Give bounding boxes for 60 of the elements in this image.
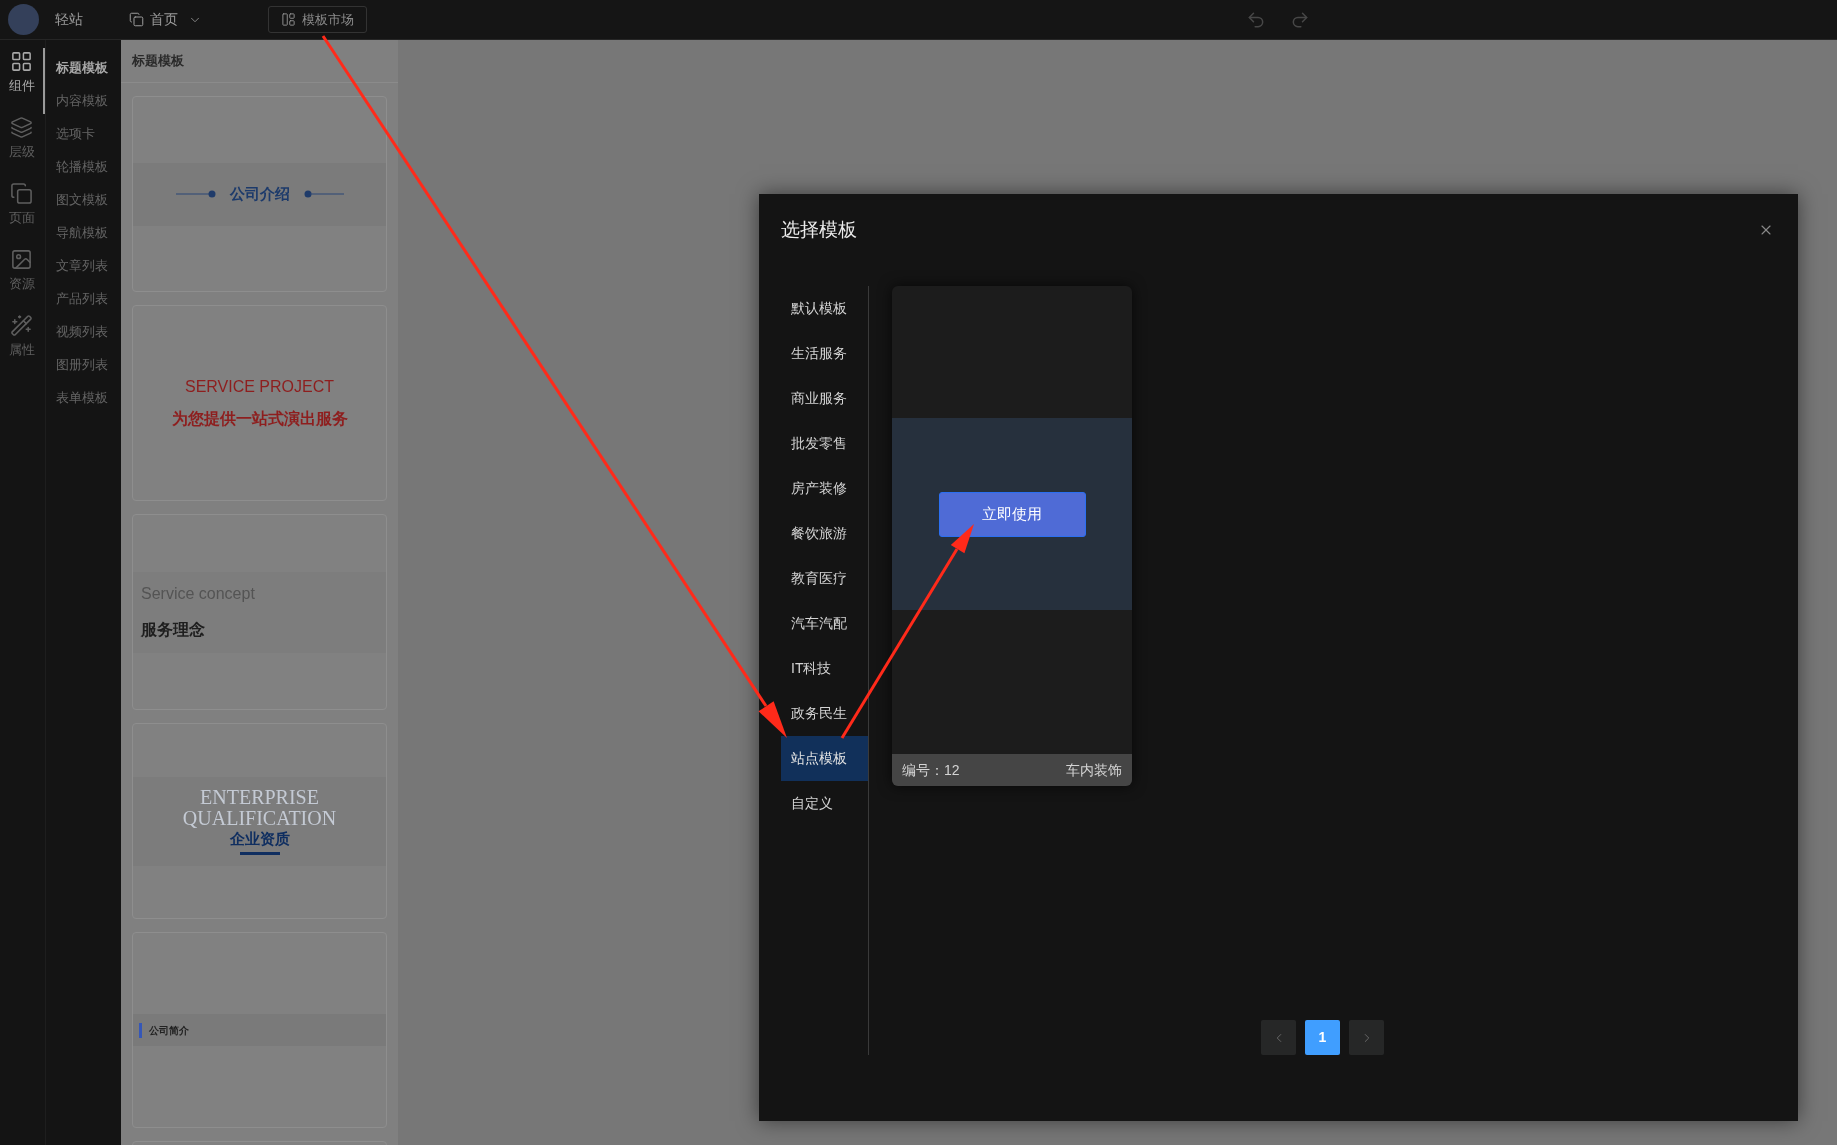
category-tab[interactable]: 图册列表 [46, 349, 121, 382]
card-title: 公司介绍 [229, 183, 290, 204]
layers-icon [10, 116, 33, 139]
category-tab[interactable]: 文章列表 [46, 250, 121, 283]
template-card[interactable]: 立即使用 编号：12 车内装饰 [892, 286, 1132, 786]
category-tab[interactable]: 政务民生 [781, 691, 868, 736]
category-tab[interactable]: 站点模板 [781, 736, 868, 781]
title-underline [239, 852, 280, 855]
template-card[interactable]: ENTERPRISE QUALIFICATION 企业资质 [132, 723, 387, 919]
card-subtitle: ENTERPRISE QUALIFICATION [181, 787, 338, 829]
card-subtitle: SERVICE PROJECT [184, 377, 335, 397]
category-tab[interactable]: IT科技 [781, 646, 868, 691]
layout-icon [281, 12, 296, 27]
category-tab[interactable]: 标题模板 [46, 52, 121, 85]
template-market-button[interactable]: 模板市场 [268, 6, 367, 33]
dialog-title: 选择模板 [781, 217, 857, 242]
category-tab[interactable]: 表单模板 [46, 382, 121, 415]
template-card[interactable]: 公司简介 [132, 932, 387, 1128]
card-title: 服务理念 [141, 620, 206, 640]
category-tab[interactable]: 批发零售 [781, 421, 868, 466]
dot-line-icon [175, 190, 216, 198]
template-name: 车内装饰 [1066, 760, 1122, 780]
category-tab[interactable]: 自定义 [781, 781, 868, 826]
panel-title: 标题模板 [132, 52, 184, 71]
dot-line-icon [303, 190, 344, 198]
card-title: 公司简介 [149, 1023, 189, 1038]
grid-icon [10, 50, 33, 73]
category-tab[interactable]: 图文模板 [46, 184, 121, 217]
category-tab[interactable]: 房产装修 [781, 466, 868, 511]
category-tab[interactable]: 教育医疗 [781, 556, 868, 601]
category-tab[interactable]: 视频列表 [46, 316, 121, 349]
page-selector[interactable]: 首页 [129, 9, 202, 30]
template-card[interactable]: 公司介绍 [132, 96, 387, 292]
category-tab[interactable]: 选项卡 [46, 118, 121, 151]
category-tab[interactable]: 汽车汽配 [781, 601, 868, 646]
card-title: 企业资质 [229, 830, 290, 848]
use-now-button[interactable]: 立即使用 [938, 491, 1086, 537]
page-icon [10, 182, 33, 205]
category-tab[interactable]: 产品列表 [46, 283, 121, 316]
rail-tab[interactable]: 层级 [0, 114, 45, 180]
avatar[interactable] [8, 4, 39, 35]
accent-bar [139, 1022, 142, 1038]
site-name: 轻站 [55, 10, 83, 29]
card-title: 为您提供一站式演出服务 [171, 409, 348, 429]
template-number: 编号：12 [902, 760, 960, 780]
category-tab[interactable]: 生活服务 [781, 331, 868, 376]
category-tab[interactable]: 商业服务 [781, 376, 868, 421]
category-tab[interactable]: 导航模板 [46, 217, 121, 250]
category-tab[interactable]: 默认模板 [781, 286, 868, 331]
category-tab[interactable]: 内容模板 [46, 85, 121, 118]
template-card[interactable]: SERVICE PROJECT 为您提供一站式演出服务 [132, 305, 387, 501]
page-number-button[interactable]: 1 [1305, 1020, 1340, 1055]
rail-tab[interactable]: 资源 [0, 246, 45, 312]
category-tab[interactable]: 餐饮旅游 [781, 511, 868, 556]
rail-tab[interactable]: 页面 [0, 180, 45, 246]
category-tab[interactable]: 轮播模板 [46, 151, 121, 184]
rail-tab[interactable]: 属性 [0, 312, 45, 378]
wand-icon [10, 314, 33, 337]
page-icon [129, 12, 144, 27]
image-icon [10, 248, 33, 271]
